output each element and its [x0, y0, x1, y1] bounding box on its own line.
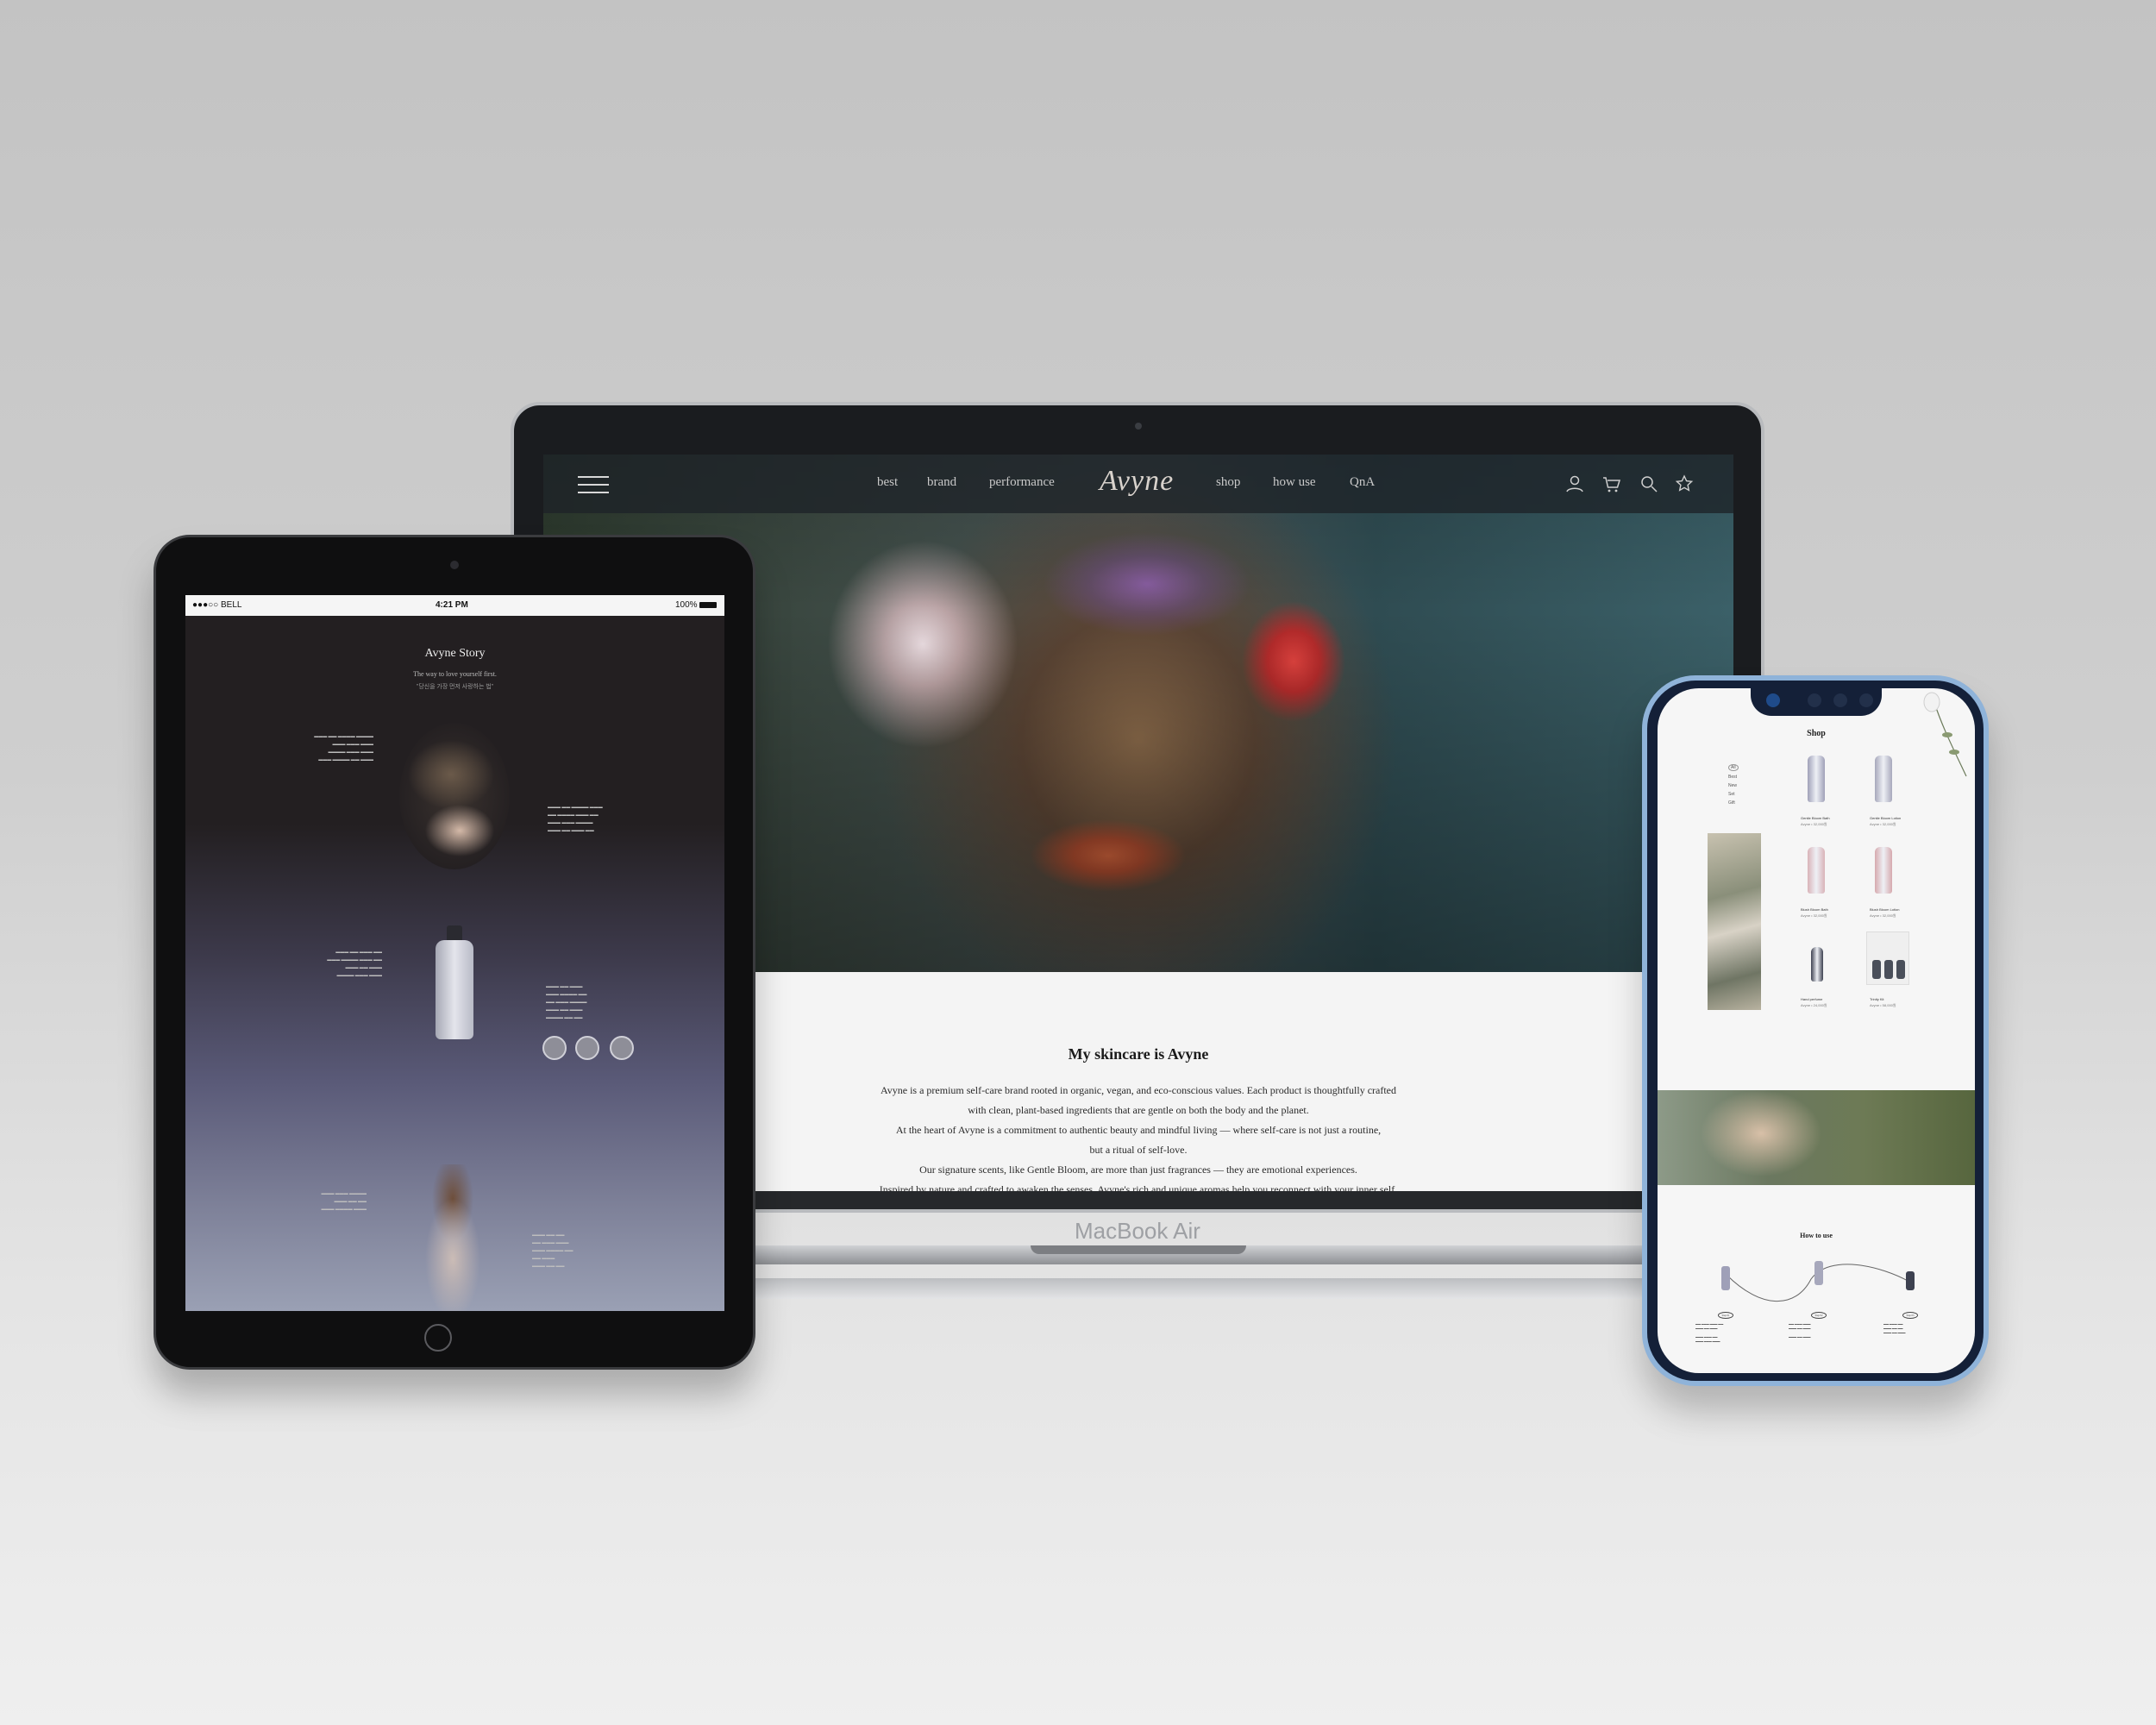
sensor-dot: [1833, 693, 1847, 707]
how-to-use-title: How to use: [1800, 1232, 1833, 1239]
nav-link-performance[interactable]: performance: [989, 475, 1055, 490]
home-button[interactable]: [424, 1324, 452, 1352]
story-photo-bath: [399, 723, 510, 869]
product-card-image[interactable]: [1811, 947, 1823, 982]
laptop-hinge-notch: [1031, 1245, 1246, 1254]
step-description: ▬▬ ▬▬▬ ▬▬ ▬▬▬ ▬▬ ▬▬ ▬▬▬ ▬▬ ▬▬▬: [1883, 1322, 1906, 1334]
product-name[interactable]: Blush Bloom Bath: [1801, 907, 1828, 912]
product-price: Avyne • 32,000원: [1870, 913, 1896, 918]
product-card-image[interactable]: [1808, 847, 1825, 894]
eco-badge-icon: [610, 1036, 634, 1060]
tablet-camera: [450, 561, 459, 569]
cart-icon[interactable]: [1601, 474, 1622, 494]
filter-best[interactable]: Best: [1728, 775, 1737, 780]
phone-screen: Shop All Best New Set Gift Gentle Bloom …: [1658, 688, 1975, 1373]
step-product-image: [1906, 1271, 1915, 1290]
menu-icon[interactable]: [578, 476, 609, 493]
story-text-block: ▬▬▬ ▬▬ ▬▬▬ ▬▬▬ ▬▬▬▬ ▬▬ ▬▬ ▬▬▬ ▬▬▬▬ ▬▬▬ ▬▬ ▬…: [546, 985, 587, 1020]
nav-link-how-use[interactable]: how use: [1273, 475, 1316, 490]
top-navigation: best brand performance Avyne shop how us…: [543, 455, 1733, 513]
story-text-block: ▬▬▬ ▬▬▬ ▬▬▬▬ ▬▬▬ ▬▬ ▬▬ ▬▬▬ ▬▬▬▬ ▬▬▬: [321, 1192, 367, 1212]
step-description: ▬▬ ▬▬▬ ▬▬▬ ▬▬ ▬▬▬ ▬▬ ▬▬▬ ▬▬▬ ▬▬▬ ▬▬ ▬▬▬ ▬▬▬…: [1695, 1322, 1724, 1343]
nav-link-shop[interactable]: shop: [1216, 475, 1240, 490]
product-price: Avyne • 32,000원: [1801, 913, 1827, 918]
product-card-image[interactable]: [1866, 932, 1909, 985]
story-text-block: ▬▬▬ ▬▬ ▬▬▬ ▬▬ ▬▬▬ ▬▬▬▬ ▬▬▬ ▬▬ ▬▬▬ ▬▬ ▬▬▬ ▬▬…: [327, 950, 382, 978]
product-card-image[interactable]: [1875, 756, 1892, 802]
filter-new[interactable]: New: [1728, 783, 1737, 788]
clock: 4:21 PM: [436, 600, 468, 610]
story-photo-dancer: [418, 1164, 487, 1311]
carrier-label: ●●●○○ BELL: [192, 600, 242, 610]
search-icon[interactable]: [1639, 474, 1659, 494]
product-name[interactable]: Trinity Kit: [1870, 997, 1884, 1001]
step-description: ▬▬ ▬▬▬ ▬▬▬ ▬▬▬ ▬▬ ▬▬▬ ▬▬▬ ▬▬ ▬▬▬: [1789, 1322, 1811, 1339]
cruelty-free-badge-icon: [575, 1036, 599, 1060]
step-label: Step 02: [1811, 1312, 1827, 1319]
story-text-block: ▬▬▬ ▬▬ ▬▬▬▬ ▬▬▬▬ ▬▬▬ ▬▬▬ ▬▬▬ ▬▬▬▬ ▬▬▬ ▬▬▬ ▬…: [314, 735, 373, 762]
product-bottle-image: [436, 940, 473, 1039]
product-price: Avyne • 24,000원: [1801, 1003, 1827, 1007]
battery-percent: 100%: [675, 600, 698, 610]
story-quote: "당신을 가장 먼저 사랑하는 법": [416, 683, 494, 690]
story-text-block: ▬▬▬ ▬▬ ▬▬ ▬▬ ▬▬▬ ▬▬▬ ▬▬▬ ▬▬▬▬ ▬▬ ▬▬ ▬▬▬ ▬▬▬ …: [532, 1233, 573, 1269]
story-subtitle: The way to love yourself first.: [413, 670, 497, 678]
tablet-screen: ●●●○○ BELL 4:21 PM 100% Avyne Story The …: [185, 595, 724, 1311]
step-label: Step 03: [1902, 1312, 1918, 1319]
filter-set[interactable]: Set: [1728, 792, 1735, 797]
user-icon[interactable]: [1564, 474, 1585, 494]
story-text-block: ▬▬▬ ▬▬ ▬▬▬▬ ▬▬▬ ▬▬ ▬▬▬▬ ▬▬▬ ▬▬ ▬▬▬ ▬▬▬ ▬▬▬…: [548, 806, 603, 833]
product-name[interactable]: Blush Bloom Lotion: [1870, 907, 1899, 912]
laptop-camera: [1135, 423, 1142, 430]
product-bottle-pump: [447, 925, 462, 941]
filter-gift[interactable]: Gift: [1728, 800, 1735, 806]
shop-side-photo: [1708, 833, 1761, 1010]
step-label: Step 01: [1718, 1312, 1733, 1319]
phone-notch: [1751, 681, 1882, 716]
story-title: Avyne Story: [424, 647, 486, 660]
sensor-dot: [1859, 693, 1873, 707]
product-price: Avyne • 32,000원: [1801, 822, 1827, 826]
step-product-image: [1814, 1261, 1823, 1285]
nav-link-qna[interactable]: QnA: [1350, 475, 1375, 490]
brand-logo[interactable]: Avyne: [1100, 465, 1174, 498]
product-name[interactable]: Gentle Bloom Lotion: [1870, 816, 1901, 820]
product-card-image[interactable]: [1808, 756, 1825, 802]
vegan-badge-icon: [542, 1036, 567, 1060]
star-icon[interactable]: [1674, 474, 1695, 494]
product-name[interactable]: Gentle Bloom Bath: [1801, 816, 1830, 820]
front-camera-icon: [1766, 693, 1780, 707]
filter-all[interactable]: All: [1728, 764, 1739, 771]
product-card-image[interactable]: [1875, 847, 1892, 894]
product-price: Avyne • 32,000원: [1870, 822, 1896, 826]
nav-link-best[interactable]: best: [877, 475, 898, 490]
promo-banner-image: [1658, 1090, 1975, 1185]
status-bar: ●●●○○ BELL 4:21 PM 100%: [185, 595, 724, 616]
product-price: Avyne • 58,000원: [1870, 1003, 1896, 1007]
decorative-flower-icon: [1923, 692, 1967, 777]
battery-icon: [699, 602, 717, 608]
product-name[interactable]: Hand perfume: [1801, 997, 1822, 1001]
step-product-image: [1721, 1266, 1730, 1290]
nav-link-brand[interactable]: brand: [927, 475, 956, 490]
sensor-dot: [1808, 693, 1821, 707]
